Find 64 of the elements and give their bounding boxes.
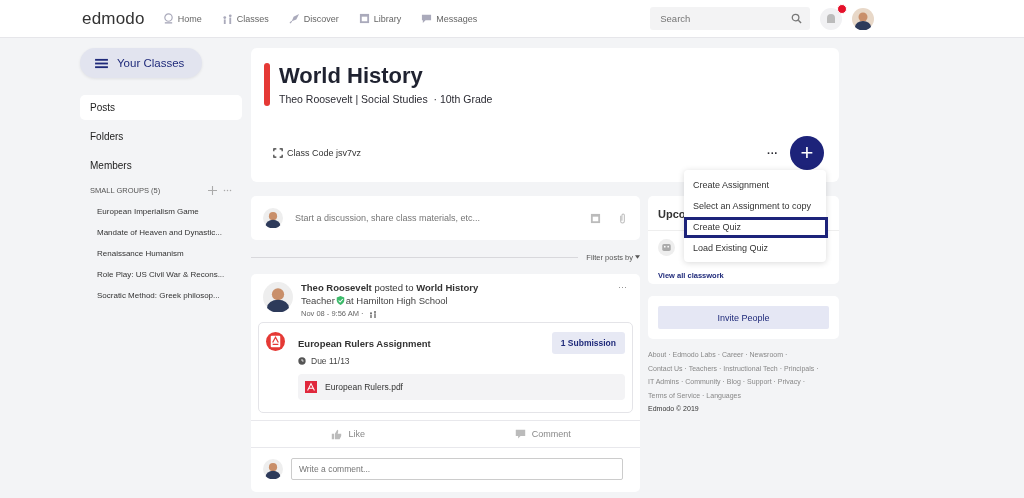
- avatar-icon[interactable]: [852, 7, 875, 30]
- comment-button[interactable]: Comment: [445, 421, 640, 447]
- invite-button[interactable]: Invite People: [658, 306, 829, 329]
- post-author-line: Theo Roosevelt posted to World History: [301, 282, 480, 293]
- bell-icon[interactable]: [820, 7, 843, 30]
- sidebar-item[interactable]: Posts: [80, 95, 242, 120]
- group-link[interactable]: European Imperialism Game: [80, 201, 242, 222]
- library-icon: [358, 13, 370, 24]
- author-school: at Hamilton High School: [345, 295, 448, 306]
- menu-item[interactable]: Create Assignment: [684, 175, 826, 196]
- due-date: Due 11/13: [311, 356, 350, 366]
- search-field[interactable]: Search: [650, 7, 811, 30]
- rocket-icon: [288, 13, 300, 24]
- globe-icon: [162, 13, 174, 24]
- nav-link[interactable]: Home: [162, 13, 202, 24]
- pdf-icon: [305, 381, 317, 393]
- menu-item[interactable]: Load Existing Quiz: [684, 238, 826, 259]
- search-icon: [791, 13, 803, 24]
- add-button[interactable]: +: [790, 136, 824, 170]
- submission-button[interactable]: 1 Submission: [551, 332, 625, 354]
- speech-bubble-icon: [514, 428, 526, 440]
- group-link[interactable]: Renaissance Humanism: [80, 243, 242, 264]
- author-role: Teacher: [301, 295, 335, 306]
- search-input[interactable]: Search: [658, 12, 792, 25]
- group-link[interactable]: Role Play: US Civil War & Recons...: [80, 264, 242, 285]
- menu-item[interactable]: Create Quiz: [684, 217, 828, 238]
- avatar-icon: [263, 459, 283, 479]
- thumbs-up-icon: [331, 428, 343, 440]
- group-link[interactable]: Socratic Method: Greek philosop...: [80, 285, 242, 306]
- like-button[interactable]: Like: [251, 421, 446, 447]
- people-icon: [368, 309, 377, 318]
- comment-field[interactable]: Write a comment...: [291, 458, 623, 480]
- assignment-icon: [266, 332, 285, 351]
- chat-icon: [421, 13, 433, 24]
- your-classes-button[interactable]: Your Classes: [80, 48, 202, 78]
- clock-icon: [298, 357, 306, 365]
- library-icon[interactable]: [590, 212, 601, 224]
- more-button[interactable]: ···: [767, 147, 778, 159]
- paperclip-icon[interactable]: [617, 212, 628, 224]
- class-code: Class Code jsv7vz: [287, 148, 362, 158]
- class-subtitle: Theo Roosevelt | Social Studies · 10th Grade: [279, 93, 493, 105]
- assignment-title[interactable]: European Rulers Assignment: [298, 337, 431, 349]
- file-attachment[interactable]: European Rulers.pdf: [298, 374, 625, 400]
- avatar-icon: [263, 208, 283, 228]
- add-icon[interactable]: [208, 186, 217, 195]
- robot-icon: [658, 239, 675, 256]
- more-button[interactable]: ···: [618, 282, 627, 292]
- caret-icon: [635, 255, 640, 259]
- class-title: World History: [279, 63, 424, 89]
- group-link[interactable]: Mandate of Heaven and Dynastic...: [80, 222, 242, 243]
- verified-icon: [335, 296, 345, 305]
- nav-link[interactable]: Messages: [421, 13, 478, 24]
- people-icon: [221, 13, 233, 24]
- frame-icon: [273, 148, 283, 158]
- class-color-bar: [264, 63, 270, 106]
- nav-link[interactable]: Classes: [221, 13, 269, 24]
- logo[interactable]: edmodo: [82, 8, 145, 29]
- sidebar-item[interactable]: Members: [80, 153, 242, 178]
- menu-item[interactable]: Select an Assignment to copy: [684, 196, 826, 217]
- avatar-icon: [263, 282, 293, 312]
- sidebar-item[interactable]: Folders: [80, 124, 242, 149]
- menu-icon: [95, 57, 108, 69]
- nav-link[interactable]: Library: [358, 13, 402, 24]
- nav-link[interactable]: Discover: [288, 13, 339, 24]
